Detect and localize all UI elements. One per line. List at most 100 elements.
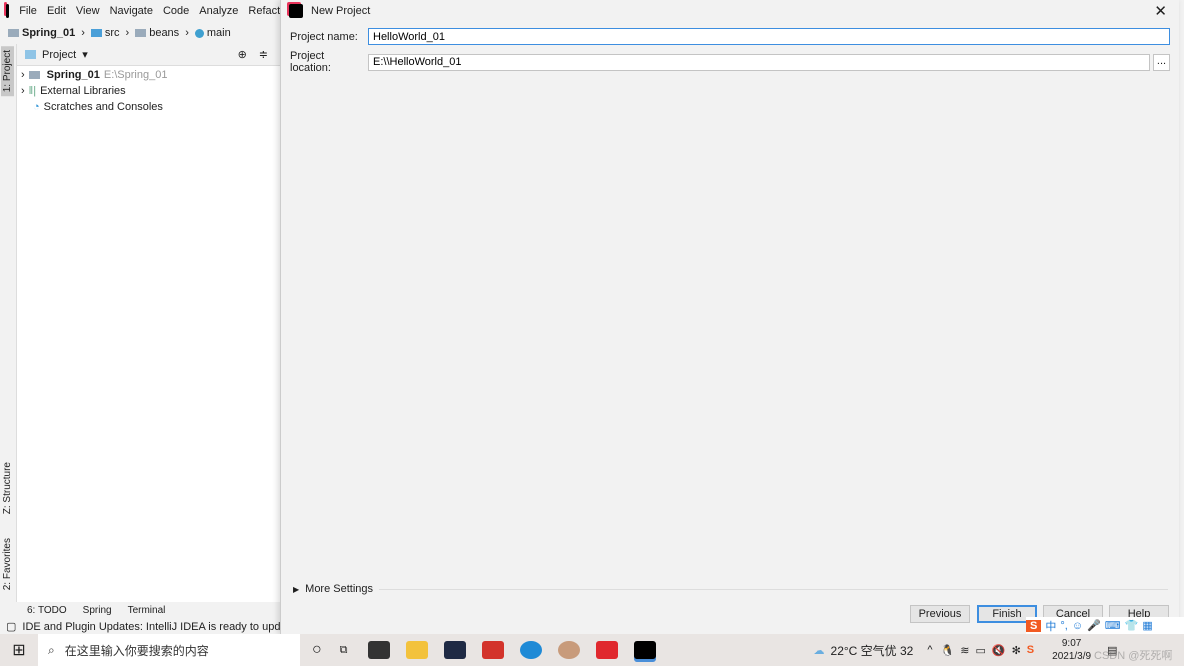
browse-button[interactable]: ... — [1153, 53, 1170, 71]
weather-text[interactable]: 22°C 空气优 32 — [831, 642, 914, 659]
tree-item-scratches[interactable]: ◔ Scratches and Consoles — [17, 99, 280, 115]
library-icon: ‖| — [28, 85, 37, 97]
class-icon — [194, 28, 204, 38]
status-bar: ▢ IDE and Plugin Updates: IntelliJ IDEA … — [0, 619, 290, 634]
menu-edit[interactable]: Edit — [47, 5, 66, 17]
keyboard-icon[interactable]: ⌨ — [1105, 619, 1121, 632]
event-log-icon[interactable]: ▢ — [6, 620, 16, 633]
crumb-label: src — [104, 27, 120, 39]
taskbar-search[interactable]: ⌕ 在这里输入你要搜索的内容 — [38, 634, 300, 666]
menu-navigate[interactable]: Navigate — [110, 5, 153, 17]
module-icon — [28, 71, 40, 79]
project-panel: Project ▾ ⊕ ≑ › Spring_01 E:\Spring_01 › ‖| E… — [17, 44, 280, 602]
store-icon[interactable] — [367, 641, 390, 659]
status-message[interactable]: IDE and Plugin Updates: IntelliJ IDEA is… — [22, 621, 290, 633]
task-view-icon[interactable]: ⧉ — [340, 644, 348, 657]
search-icon: ⌕ — [48, 642, 55, 657]
qq-icon[interactable]: 🐧 — [941, 644, 955, 657]
settings-tray-icon[interactable]: ✻ — [1012, 644, 1021, 657]
grid-icon[interactable]: ▦ — [1142, 619, 1152, 632]
watermark: CSDN @死死啊 — [1094, 650, 1173, 662]
menu-code[interactable]: Code — [163, 5, 189, 17]
more-settings-label: More Settings — [305, 583, 374, 595]
battery-icon[interactable]: ▭ — [975, 644, 985, 657]
new-project-dialog: New Project ✕ Project name: Project loca… — [280, 0, 1179, 634]
breadcrumb-project[interactable]: Spring_01 — [8, 27, 75, 39]
locate-icon[interactable]: ⊕ — [238, 48, 247, 61]
folder-icon — [90, 29, 102, 38]
wps-icon[interactable] — [595, 641, 618, 659]
folder-icon — [135, 29, 147, 38]
dialog-title: New Project — [311, 5, 371, 17]
tree-label: External Libraries — [40, 85, 126, 97]
project-location-input[interactable] — [368, 53, 1150, 71]
wifi-icon[interactable]: ≋ — [960, 644, 969, 657]
folder-icon — [8, 29, 19, 38]
tab-terminal[interactable]: Terminal — [128, 605, 166, 616]
tray-expand-icon[interactable]: ^ — [927, 644, 932, 656]
tree-item-external-libraries[interactable]: › ‖| External Libraries — [17, 83, 280, 99]
taskbar: ⊞ ⌕ 在这里输入你要搜索的内容 ○ ⧉ ☁ 22°C 空气优 32 ^ 🐧 ≋ … — [0, 634, 1184, 666]
sogou-tray-icon[interactable]: S — [1027, 644, 1034, 656]
chevron-right-icon[interactable]: › — [21, 69, 25, 81]
crumb-label: Spring_01 — [22, 27, 76, 39]
collapse-all-icon[interactable]: ≑ — [259, 48, 268, 61]
emoji-icon[interactable]: ☺ — [1072, 620, 1083, 632]
chevron-down-icon[interactable]: ▾ — [82, 48, 88, 61]
project-view-icon — [25, 50, 36, 59]
intellij-logo-icon — [6, 4, 10, 18]
windows-start-icon[interactable]: ⊞ — [0, 640, 38, 660]
sogou-icon[interactable]: S — [1026, 619, 1042, 632]
project-location-label: Project location: — [290, 50, 331, 74]
bottom-tool-tabs: 6: TODO Spring Terminal — [17, 602, 280, 619]
breadcrumb-src[interactable]: src — [90, 27, 120, 39]
menu-view[interactable]: View — [76, 5, 100, 17]
tab-favorites[interactable]: 2: Favorites — [1, 534, 14, 594]
divider — [379, 588, 1168, 590]
menu-analyze[interactable]: Analyze — [199, 5, 238, 17]
intellij-taskbar-icon[interactable] — [633, 641, 656, 659]
cortana-icon[interactable]: ○ — [312, 641, 322, 659]
previous-button[interactable]: Previous — [910, 605, 970, 623]
close-icon[interactable]: ✕ — [1154, 2, 1167, 20]
project-view-select[interactable]: Project — [42, 49, 76, 61]
avatar-app-icon[interactable] — [557, 641, 580, 659]
tab-spring[interactable]: Spring — [83, 605, 112, 616]
weather-icon: ☁ — [813, 644, 825, 657]
menu-file[interactable]: File — [19, 5, 37, 17]
breadcrumb-main[interactable]: main — [194, 27, 231, 39]
clock-time: 9:07 — [1061, 638, 1082, 649]
project-name-input[interactable] — [368, 28, 1170, 45]
project-name-label: Project name: — [290, 30, 358, 43]
tab-structure[interactable]: Z: Structure — [1, 458, 14, 518]
chevron-right-icon[interactable]: › — [21, 85, 25, 97]
mic-icon[interactable]: 🎤 — [1087, 619, 1101, 632]
ime-mode[interactable]: 中 — [1045, 618, 1056, 634]
breadcrumb-beans[interactable]: beans — [135, 27, 179, 39]
mysql-icon[interactable] — [443, 641, 466, 659]
file-explorer-icon[interactable] — [405, 641, 428, 659]
breadcrumb: Spring_01 › src › beans › main — [0, 22, 290, 44]
app-icon[interactable] — [481, 641, 504, 659]
edge-icon[interactable] — [519, 641, 542, 659]
left-tool-strip: 1: Project Z: Structure 2: Favorites — [0, 44, 17, 602]
tab-project[interactable]: 1: Project — [1, 46, 14, 97]
volume-mute-icon[interactable]: 🔇 — [992, 644, 1006, 657]
crumb-label: beans — [149, 27, 180, 39]
project-panel-header: Project ▾ ⊕ ≑ — [17, 44, 280, 66]
tree-label: Spring_01 — [46, 69, 100, 81]
ime-toolbar: S 中 °, ☺ 🎤 ⌨ 👕 ▦ — [1026, 617, 1184, 634]
search-placeholder: 在这里输入你要搜索的内容 — [64, 643, 209, 658]
tree-item-spring01[interactable]: › Spring_01 E:\Spring_01 — [17, 67, 280, 83]
scratches-icon: ◔ — [33, 101, 40, 113]
skin-icon[interactable]: 👕 — [1125, 619, 1139, 632]
more-settings-toggle[interactable]: ▶ More Settings — [293, 583, 1168, 595]
tree-label: Scratches and Consoles — [43, 101, 163, 113]
menu-bar: File Edit View Navigate Code Analyze Ref… — [0, 0, 290, 22]
tab-todo[interactable]: 6: TODO — [27, 605, 67, 616]
clock[interactable]: 9:07 2021/3/9 — [1052, 637, 1091, 663]
intellij-logo-icon — [289, 4, 303, 18]
dialog-titlebar: New Project ✕ — [281, 0, 1179, 22]
clock-date: 2021/3/9 — [1052, 651, 1092, 662]
punctuation-icon[interactable]: °, — [1060, 620, 1067, 632]
